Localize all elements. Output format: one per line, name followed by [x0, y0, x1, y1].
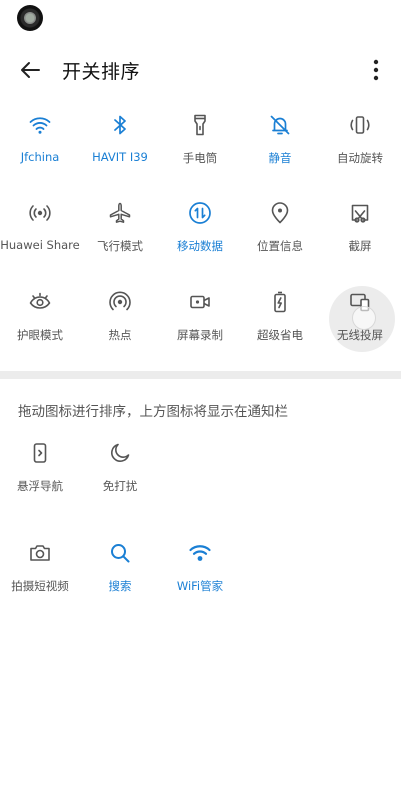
- tile-label: 自动旋转: [337, 151, 383, 165]
- tile-label: 截屏: [348, 239, 372, 253]
- tile-label: 护眼模式: [17, 328, 63, 342]
- page-title: 开关排序: [62, 61, 141, 83]
- tile-wifi[interactable]: Jfchina: [0, 112, 80, 190]
- bell-off-icon: [267, 112, 293, 138]
- touch-point: [352, 306, 376, 330]
- tile-silent[interactable]: 静音: [240, 112, 320, 190]
- tile-label: WiFi管家: [176, 579, 224, 593]
- tile-bluetooth[interactable]: HAVIT I39: [80, 112, 160, 190]
- tile-label: 静音: [268, 151, 292, 165]
- tile-label: 免打扰: [102, 479, 138, 493]
- more-vertical-icon: [373, 59, 379, 81]
- tile-flashlight[interactable]: 手电筒: [160, 112, 240, 190]
- back-button[interactable]: [10, 52, 50, 88]
- battery-saver-icon: [267, 289, 293, 315]
- camera-icon: [27, 540, 53, 566]
- tile-hotspot[interactable]: 热点: [80, 289, 160, 367]
- bluetooth-icon: [107, 112, 133, 138]
- eye-icon: [27, 289, 53, 315]
- tile-floating-nav[interactable]: 悬浮导航: [0, 440, 80, 518]
- tile-screenshot[interactable]: 截屏: [320, 200, 400, 278]
- tile-label: 手电筒: [182, 151, 218, 165]
- mobile-data-icon: [187, 200, 213, 226]
- tile-eye-comfort[interactable]: 护眼模式: [0, 289, 80, 367]
- tile-label: 拍摄短视频: [11, 579, 69, 593]
- tile-label: 位置信息: [257, 239, 303, 253]
- airplane-icon: [107, 200, 133, 226]
- tile-wifi-manager[interactable]: WiFi管家: [160, 540, 240, 618]
- tile-airplane[interactable]: 飞行模式: [80, 200, 160, 278]
- location-icon: [267, 200, 293, 226]
- arrow-left-icon: [21, 62, 40, 78]
- wifi-manager-icon: [187, 540, 213, 566]
- tile-label: Jfchina: [20, 150, 60, 164]
- tile-screen-record[interactable]: 屏幕录制: [160, 289, 240, 367]
- tile-location[interactable]: 位置信息: [240, 200, 320, 278]
- wifi-icon: [27, 112, 53, 138]
- tile-auto-rotate[interactable]: 自动旋转: [320, 112, 400, 190]
- tile-label: 超级省电: [257, 328, 303, 342]
- tile-label: 飞行模式: [97, 239, 143, 253]
- tile-label: 无线投屏: [337, 328, 383, 342]
- tile-mobile-data[interactable]: 移动数据: [160, 200, 240, 278]
- notification-app-icon: [17, 5, 43, 31]
- flashlight-icon: [187, 112, 213, 138]
- tile-label: HAVIT I39: [92, 150, 148, 164]
- screen-record-icon: [187, 289, 213, 315]
- tile-label: 移动数据: [177, 239, 223, 253]
- tile-search[interactable]: 搜索: [80, 540, 160, 618]
- app-bar: 开关排序: [0, 46, 401, 94]
- hotspot-icon: [107, 289, 133, 315]
- search-icon: [107, 540, 133, 566]
- tile-label: 悬浮导航: [17, 479, 63, 493]
- section-divider: [0, 371, 401, 379]
- tile-do-not-disturb[interactable]: 免打扰: [80, 440, 160, 518]
- floating-nav-icon: [27, 440, 53, 466]
- moon-icon: [107, 440, 133, 466]
- more-options-button[interactable]: [363, 52, 389, 88]
- tile-label: 搜索: [108, 579, 132, 593]
- tile-short-video[interactable]: 拍摄短视频: [0, 540, 80, 618]
- status-bar: [0, 0, 401, 38]
- tile-label: 屏幕录制: [177, 328, 223, 342]
- auto-rotate-icon: [347, 112, 373, 138]
- tile-label: 热点: [108, 328, 132, 342]
- tile-huawei-share[interactable]: Huawei Share: [0, 200, 80, 278]
- tile-battery-saver[interactable]: 超级省电: [240, 289, 320, 367]
- huawei-share-icon: [27, 200, 53, 226]
- tile-label: Huawei Share: [0, 238, 80, 252]
- sort-hint: 拖动图标进行排序，上方图标将显示在通知栏: [18, 404, 288, 420]
- screenshot-icon: [347, 200, 373, 226]
